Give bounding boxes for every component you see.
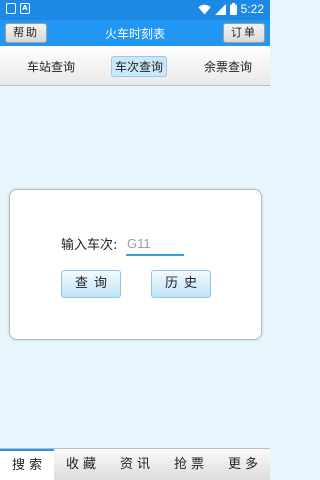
status-time: 5:22 — [240, 2, 264, 16]
nav-news[interactable]: 资讯 — [108, 449, 162, 480]
order-button[interactable]: 订单 — [223, 23, 265, 43]
nav-search[interactable]: 搜索 — [0, 449, 54, 480]
status-right-icons: 5:22 — [197, 2, 264, 16]
train-number-label: 输入车次: — [61, 238, 118, 253]
bottom-nav: 搜索 收藏 资讯 抢票 更多 — [0, 448, 270, 480]
nav-favorites[interactable]: 收藏 — [54, 449, 108, 480]
tab-station-query[interactable]: 车站查询 — [23, 56, 79, 77]
query-button[interactable]: 查询 — [61, 270, 121, 298]
tab-remaining-tickets-query[interactable]: 余票查询 — [200, 56, 256, 77]
tab-train-number-query[interactable]: 车次查询 — [111, 56, 168, 77]
status-bar: A 5:22 — [0, 0, 270, 20]
cellular-icon — [214, 3, 226, 15]
title-bar: 帮助 火车时刻表 订单 — [0, 20, 270, 46]
app-a-icon: A — [20, 3, 30, 14]
wifi-icon — [197, 4, 211, 14]
history-button[interactable]: 历史 — [151, 270, 211, 298]
battery-icon — [229, 3, 237, 15]
query-tabs: 车站查询 车次查询 余票查询 — [0, 46, 270, 86]
status-left-icons: A — [6, 3, 30, 14]
search-panel: 输入车次: 查询 历史 — [9, 189, 262, 340]
nav-more[interactable]: 更多 — [216, 449, 270, 480]
nav-grab-tickets[interactable]: 抢票 — [162, 449, 216, 480]
signal-box-icon — [6, 3, 16, 14]
train-number-input[interactable] — [126, 232, 184, 256]
